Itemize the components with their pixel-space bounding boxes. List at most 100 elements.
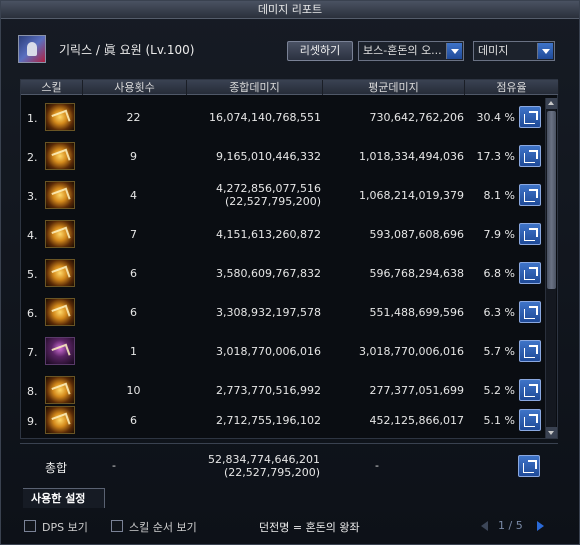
- share-icon[interactable]: [519, 301, 541, 323]
- row-average: 277,377,051,699: [369, 384, 464, 397]
- summary-total-value: 52,834,774,646,201: [208, 453, 320, 466]
- row-rank: 3.: [27, 190, 38, 203]
- row-total: 16,074,140,768,551: [209, 111, 321, 124]
- row-rank: 5.: [27, 268, 38, 281]
- summary-count: -: [112, 459, 116, 472]
- row-total: 3,580,609,767,832: [216, 267, 321, 280]
- dps-checkbox[interactable]: [24, 520, 36, 532]
- row-rank: 1.: [27, 112, 38, 125]
- report-header: 기릭스 / 眞 요원 (Lv.100) 리셋하기 보스-혼돈의 오... 데미지: [1, 27, 579, 71]
- col-average-damage[interactable]: 평균데미지: [323, 80, 465, 95]
- row-rank: 2.: [27, 151, 38, 164]
- table-header: 스킬 사용횟수 종합데미지 평균데미지 점유율: [21, 80, 559, 95]
- share-icon[interactable]: [519, 340, 541, 362]
- share-icon[interactable]: [519, 145, 541, 167]
- row-share: 5.1 %: [483, 414, 515, 427]
- table-scrollbar[interactable]: [545, 98, 557, 438]
- damage-type-value: 데미지: [478, 44, 509, 57]
- row-rank: 6.: [27, 307, 38, 320]
- row-count: 6: [130, 267, 137, 280]
- table-row: 1. 22 16,074,140,768,551 730,642,762,206…: [21, 98, 541, 137]
- chevron-down-icon[interactable]: [446, 43, 462, 59]
- row-average: 452,125,866,017: [369, 414, 464, 427]
- target-select-value: 보스-혼돈의 오...: [363, 44, 442, 57]
- arrow-left-icon[interactable]: [481, 521, 488, 531]
- scroll-thumb[interactable]: [547, 111, 556, 289]
- row-total: 2,712,755,196,102: [216, 414, 321, 427]
- reset-button[interactable]: 리셋하기: [287, 41, 353, 61]
- row-average: 1,068,214,019,379: [359, 189, 464, 202]
- share-icon[interactable]: [519, 106, 541, 128]
- row-total-extra: (22,527,795,200): [224, 195, 321, 208]
- row-rank: 4.: [27, 229, 38, 242]
- row-share: 7.9 %: [483, 228, 515, 241]
- dps-label: DPS 보기: [42, 521, 88, 534]
- window-title[interactable]: 데미지 리포트: [1, 1, 579, 19]
- row-average: 551,488,699,596: [369, 306, 464, 319]
- row-share: 30.4 %: [476, 111, 515, 124]
- summary-row: 총합 - 52,834,774,646,201 (22,527,795,200)…: [20, 443, 558, 487]
- character-avatar: [18, 35, 46, 63]
- row-share: 6.8 %: [483, 267, 515, 280]
- col-share[interactable]: 점유율: [465, 80, 559, 95]
- row-share: 8.1 %: [483, 189, 515, 202]
- summary-total-extra: (22,527,795,200): [223, 466, 320, 479]
- row-count: 22: [126, 111, 141, 124]
- row-total: 4,151,613,260,872: [216, 228, 321, 241]
- skill-icon[interactable]: [45, 376, 75, 404]
- col-total-damage[interactable]: 종합데미지: [187, 80, 323, 95]
- row-share: 17.3 %: [476, 150, 515, 163]
- skill-icon[interactable]: [45, 298, 75, 326]
- table-row: 5. 6 3,580,609,767,832 596,768,294,638 6…: [21, 254, 541, 293]
- share-icon[interactable]: [519, 379, 541, 401]
- row-count: 7: [130, 228, 137, 241]
- tab-used-settings[interactable]: 사용한 설정: [23, 488, 105, 508]
- row-count: 4: [130, 189, 137, 202]
- row-total: 3,308,932,197,578: [216, 306, 321, 319]
- row-count: 6: [130, 306, 137, 319]
- arrow-right-icon[interactable]: [537, 521, 544, 531]
- summary-label: 총합: [45, 461, 68, 475]
- share-icon[interactable]: [518, 455, 540, 477]
- skill-icon[interactable]: [45, 220, 75, 248]
- share-icon[interactable]: [519, 409, 541, 431]
- row-share: 6.3 %: [483, 306, 515, 319]
- skill-order-checkbox[interactable]: [111, 520, 123, 532]
- col-skill[interactable]: 스킬: [21, 80, 83, 95]
- damage-type-select[interactable]: 데미지: [473, 41, 555, 61]
- row-total: 2,773,770,516,992: [216, 384, 321, 397]
- summary-total: 52,834,774,646,201 (22,527,795,200): [188, 453, 320, 479]
- row-rank: 8.: [27, 385, 38, 398]
- row-rank: 7.: [27, 346, 38, 359]
- scroll-down-icon[interactable]: [546, 427, 557, 438]
- skill-icon[interactable]: [45, 337, 75, 365]
- share-icon[interactable]: [519, 262, 541, 284]
- skill-icon[interactable]: [45, 142, 75, 170]
- chevron-down-icon[interactable]: [537, 43, 553, 59]
- damage-report-window: 데미지 리포트 기릭스 / 眞 요원 (Lv.100) 리셋하기 보스-혼돈의 …: [0, 0, 580, 545]
- table-row: 3. 4 4,272,856,077,516 (22,527,795,200) …: [21, 176, 541, 215]
- table-row: 7. 1 3,018,770,006,016 3,018,770,006,016…: [21, 332, 541, 371]
- scroll-up-icon[interactable]: [546, 98, 557, 109]
- skill-icon[interactable]: [45, 259, 75, 287]
- row-count: 1: [130, 345, 137, 358]
- table-row: 6. 6 3,308,932,197,578 551,488,699,596 6…: [21, 293, 541, 332]
- row-count: 6: [130, 414, 137, 427]
- skill-icon[interactable]: [45, 406, 75, 434]
- row-count: 9: [130, 150, 137, 163]
- row-total: 9,165,010,446,332: [216, 150, 321, 163]
- col-use-count[interactable]: 사용횟수: [83, 80, 187, 95]
- row-total: 4,272,856,077,516 (22,527,795,200): [189, 182, 321, 208]
- report-footer: DPS 보기 스킬 순서 보기 던전명 = 혼돈의 왕좌 1 / 5: [1, 513, 579, 541]
- skill-icon[interactable]: [45, 103, 75, 131]
- skill-damage-table: 스킬 사용횟수 종합데미지 평균데미지 점유율 1. 22 16,074,140…: [20, 79, 559, 439]
- target-select[interactable]: 보스-혼돈의 오...: [358, 41, 464, 61]
- row-average: 3,018,770,006,016: [359, 345, 464, 358]
- row-average: 1,018,334,494,036: [359, 150, 464, 163]
- share-icon[interactable]: [519, 184, 541, 206]
- row-average: 730,642,762,206: [369, 111, 464, 124]
- dungeon-name: 던전명 = 혼돈의 왕좌: [259, 521, 360, 534]
- skill-icon[interactable]: [45, 181, 75, 209]
- share-icon[interactable]: [519, 223, 541, 245]
- table-row: 2. 9 9,165,010,446,332 1,018,334,494,036…: [21, 137, 541, 176]
